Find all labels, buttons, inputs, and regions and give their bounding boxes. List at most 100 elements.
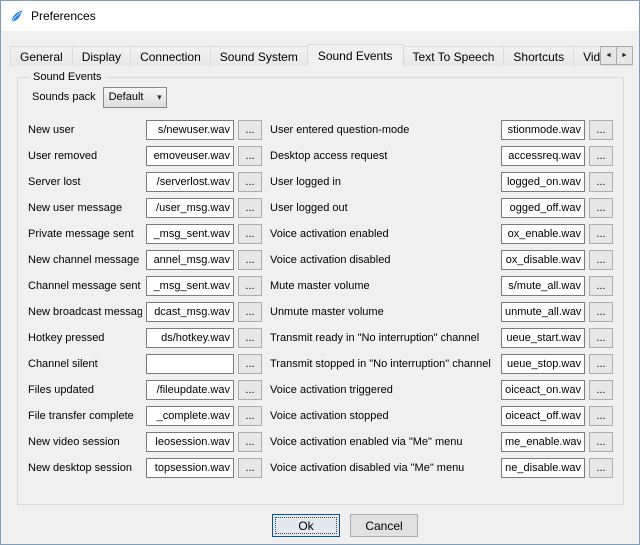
- browse-button[interactable]: ...: [238, 458, 262, 478]
- sound-event-label: User logged in: [270, 176, 497, 188]
- sound-file-input[interactable]: [146, 120, 234, 140]
- tab-bar: GeneralDisplayConnectionSound SystemSoun…: [10, 44, 601, 66]
- browse-button[interactable]: ...: [589, 302, 613, 322]
- browse-button[interactable]: ...: [238, 172, 262, 192]
- sound-file-input[interactable]: [501, 380, 585, 400]
- sound-event-row: Channel silent...: [28, 351, 262, 377]
- sound-file-input[interactable]: [146, 380, 234, 400]
- sound-event-row: Files updated...: [28, 377, 262, 403]
- browse-button[interactable]: ...: [589, 224, 613, 244]
- browse-button[interactable]: ...: [238, 380, 262, 400]
- sound-event-label: Voice activation disabled via "Me" menu: [270, 462, 497, 474]
- sound-file-input[interactable]: [146, 406, 234, 426]
- tab-shortcuts[interactable]: Shortcuts: [503, 46, 574, 66]
- tab-text-to-speech[interactable]: Text To Speech: [403, 46, 505, 66]
- browse-button[interactable]: ...: [589, 146, 613, 166]
- dialog-buttons: Ok Cancel: [1, 514, 639, 537]
- sound-file-input[interactable]: [146, 354, 234, 374]
- sound-event-label: User entered question-mode: [270, 124, 497, 136]
- browse-button[interactable]: ...: [238, 276, 262, 296]
- browse-button[interactable]: ...: [238, 250, 262, 270]
- ok-button[interactable]: Ok: [272, 514, 340, 537]
- browse-button[interactable]: ...: [589, 458, 613, 478]
- sound-event-label: Server lost: [28, 176, 142, 188]
- browse-button[interactable]: ...: [589, 354, 613, 374]
- tab-scroll-buttons: ◄ ►: [601, 46, 633, 65]
- sound-events-group: Sound Events Sounds pack Default ▾ New u…: [17, 71, 624, 505]
- sound-file-input[interactable]: [146, 250, 234, 270]
- browse-button[interactable]: ...: [238, 146, 262, 166]
- sound-file-input[interactable]: [501, 172, 585, 192]
- sound-file-input[interactable]: [146, 302, 234, 322]
- tab-sound-events[interactable]: Sound Events: [307, 44, 404, 66]
- sound-file-input[interactable]: [501, 432, 585, 452]
- sound-file-input[interactable]: [146, 458, 234, 478]
- sound-event-label: Voice activation triggered: [270, 384, 497, 396]
- sounds-pack-select[interactable]: Default ▾: [103, 87, 167, 108]
- tab-scroll-right-icon[interactable]: ►: [616, 46, 633, 65]
- browse-button[interactable]: ...: [238, 224, 262, 244]
- sound-event-row: User entered question-mode...: [270, 117, 613, 143]
- browse-button[interactable]: ...: [589, 328, 613, 348]
- sound-event-row: File transfer complete...: [28, 403, 262, 429]
- browse-button[interactable]: ...: [589, 276, 613, 296]
- browse-button[interactable]: ...: [589, 250, 613, 270]
- sound-event-label: User removed: [28, 150, 142, 162]
- sound-event-row: Voice activation disabled via "Me" menu.…: [270, 455, 613, 481]
- browse-button[interactable]: ...: [238, 328, 262, 348]
- tab-connection[interactable]: Connection: [130, 46, 211, 66]
- browse-button[interactable]: ...: [238, 198, 262, 218]
- sound-file-input[interactable]: [501, 328, 585, 348]
- browse-button[interactable]: ...: [589, 432, 613, 452]
- sound-event-row: User logged in...: [270, 169, 613, 195]
- titlebar[interactable]: Preferences: [1, 1, 639, 31]
- sound-file-input[interactable]: [146, 172, 234, 192]
- window-title: Preferences: [31, 9, 96, 23]
- browse-button[interactable]: ...: [238, 120, 262, 140]
- sound-file-input[interactable]: [501, 250, 585, 270]
- sound-event-label: Voice activation enabled via "Me" menu: [270, 436, 497, 448]
- group-title: Sound Events: [30, 71, 105, 83]
- browse-button[interactable]: ...: [589, 406, 613, 426]
- sound-event-row: New channel message...: [28, 247, 262, 273]
- sound-event-label: New user message: [28, 202, 142, 214]
- browse-button[interactable]: ...: [238, 432, 262, 452]
- tab-scroll-left-icon[interactable]: ◄: [600, 46, 617, 65]
- sound-file-input[interactable]: [146, 224, 234, 244]
- sound-event-label: Transmit stopped in "No interruption" ch…: [270, 358, 497, 370]
- sound-file-input[interactable]: [501, 354, 585, 374]
- sound-file-input[interactable]: [501, 276, 585, 296]
- sound-file-input[interactable]: [501, 146, 585, 166]
- sound-file-input[interactable]: [501, 120, 585, 140]
- tab-display[interactable]: Display: [72, 46, 131, 66]
- sound-file-input[interactable]: [501, 198, 585, 218]
- cancel-button[interactable]: Cancel: [350, 514, 418, 537]
- sound-event-label: Channel silent: [28, 358, 142, 370]
- browse-button[interactable]: ...: [589, 120, 613, 140]
- sound-event-label: Mute master volume: [270, 280, 497, 292]
- tab-video[interactable]: Video: [573, 46, 601, 66]
- sounds-pack-label: Sounds pack: [32, 91, 96, 103]
- tab-sound-system[interactable]: Sound System: [210, 46, 308, 66]
- browse-button[interactable]: ...: [238, 406, 262, 426]
- sound-file-input[interactable]: [146, 198, 234, 218]
- sound-event-row: Server lost...: [28, 169, 262, 195]
- sound-file-input[interactable]: [146, 328, 234, 348]
- sound-file-input[interactable]: [146, 432, 234, 452]
- sound-event-label: Hotkey pressed: [28, 332, 142, 344]
- sound-file-input[interactable]: [146, 276, 234, 296]
- sound-file-input[interactable]: [146, 146, 234, 166]
- sound-file-input[interactable]: [501, 302, 585, 322]
- sound-event-row: Transmit ready in "No interruption" chan…: [270, 325, 613, 351]
- sound-event-row: User removed...: [28, 143, 262, 169]
- sound-file-input[interactable]: [501, 406, 585, 426]
- browse-button[interactable]: ...: [238, 302, 262, 322]
- sound-file-input[interactable]: [501, 224, 585, 244]
- sound-file-input[interactable]: [501, 458, 585, 478]
- browse-button[interactable]: ...: [589, 172, 613, 192]
- browse-button[interactable]: ...: [238, 354, 262, 374]
- sound-event-label: Channel message sent: [28, 280, 142, 292]
- browse-button[interactable]: ...: [589, 380, 613, 400]
- browse-button[interactable]: ...: [589, 198, 613, 218]
- tab-general[interactable]: General: [10, 46, 73, 66]
